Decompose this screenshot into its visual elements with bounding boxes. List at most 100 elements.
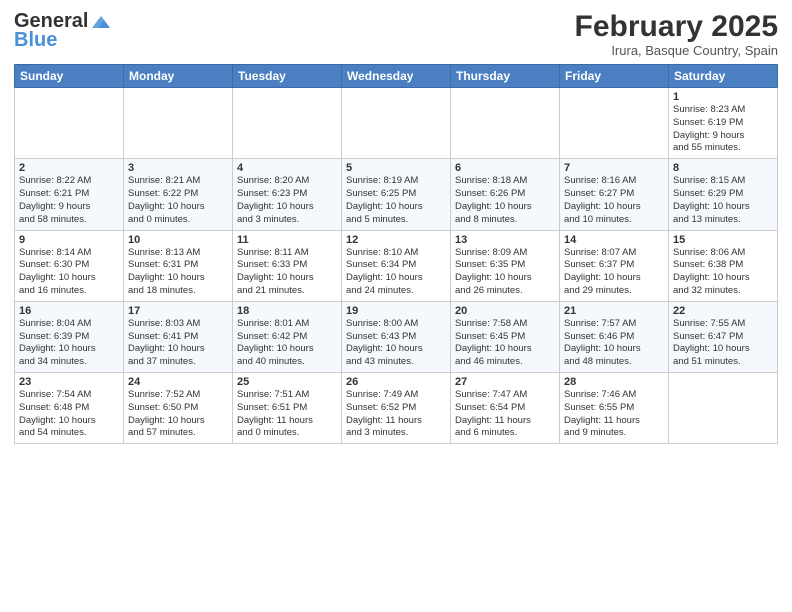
calendar-cell: 8Sunrise: 8:15 AM Sunset: 6:29 PM Daylig…: [669, 159, 778, 230]
calendar-cell: 17Sunrise: 8:03 AM Sunset: 6:41 PM Dayli…: [124, 301, 233, 372]
calendar-cell: 10Sunrise: 8:13 AM Sunset: 6:31 PM Dayli…: [124, 230, 233, 301]
day-info: Sunrise: 7:58 AM Sunset: 6:45 PM Dayligh…: [455, 318, 555, 369]
day-number: 19: [346, 305, 446, 317]
day-number: 1: [673, 91, 773, 103]
day-number: 5: [346, 162, 446, 174]
calendar-cell: 23Sunrise: 7:54 AM Sunset: 6:48 PM Dayli…: [15, 373, 124, 444]
logo-icon: [90, 14, 112, 30]
calendar-cell: 6Sunrise: 8:18 AM Sunset: 6:26 PM Daylig…: [451, 159, 560, 230]
day-info: Sunrise: 8:21 AM Sunset: 6:22 PM Dayligh…: [128, 175, 228, 226]
day-number: 11: [237, 234, 337, 246]
calendar-cell: [451, 88, 560, 159]
day-number: 27: [455, 376, 555, 388]
calendar-cell: [342, 88, 451, 159]
day-info: Sunrise: 8:15 AM Sunset: 6:29 PM Dayligh…: [673, 175, 773, 226]
calendar-cell: 4Sunrise: 8:20 AM Sunset: 6:23 PM Daylig…: [233, 159, 342, 230]
col-header-tuesday: Tuesday: [233, 65, 342, 88]
calendar-cell: 25Sunrise: 7:51 AM Sunset: 6:51 PM Dayli…: [233, 373, 342, 444]
day-number: 22: [673, 305, 773, 317]
day-number: 10: [128, 234, 228, 246]
calendar-cell: 18Sunrise: 8:01 AM Sunset: 6:42 PM Dayli…: [233, 301, 342, 372]
calendar-cell: 19Sunrise: 8:00 AM Sunset: 6:43 PM Dayli…: [342, 301, 451, 372]
day-number: 3: [128, 162, 228, 174]
title-block: February 2025 Irura, Basque Country, Spa…: [575, 10, 778, 58]
day-number: 26: [346, 376, 446, 388]
day-info: Sunrise: 8:07 AM Sunset: 6:37 PM Dayligh…: [564, 247, 664, 298]
day-info: Sunrise: 8:09 AM Sunset: 6:35 PM Dayligh…: [455, 247, 555, 298]
day-number: 7: [564, 162, 664, 174]
calendar-cell: 9Sunrise: 8:14 AM Sunset: 6:30 PM Daylig…: [15, 230, 124, 301]
calendar-cell: 5Sunrise: 8:19 AM Sunset: 6:25 PM Daylig…: [342, 159, 451, 230]
calendar-cell: 11Sunrise: 8:11 AM Sunset: 6:33 PM Dayli…: [233, 230, 342, 301]
calendar-cell: [15, 88, 124, 159]
calendar-cell: [124, 88, 233, 159]
col-header-saturday: Saturday: [669, 65, 778, 88]
calendar-cell: 14Sunrise: 8:07 AM Sunset: 6:37 PM Dayli…: [560, 230, 669, 301]
day-info: Sunrise: 7:47 AM Sunset: 6:54 PM Dayligh…: [455, 389, 555, 440]
day-number: 4: [237, 162, 337, 174]
day-number: 20: [455, 305, 555, 317]
calendar-cell: 26Sunrise: 7:49 AM Sunset: 6:52 PM Dayli…: [342, 373, 451, 444]
calendar-week-2: 2Sunrise: 8:22 AM Sunset: 6:21 PM Daylig…: [15, 159, 778, 230]
day-info: Sunrise: 8:06 AM Sunset: 6:38 PM Dayligh…: [673, 247, 773, 298]
calendar-header-row: SundayMondayTuesdayWednesdayThursdayFrid…: [15, 65, 778, 88]
day-number: 17: [128, 305, 228, 317]
calendar-table: SundayMondayTuesdayWednesdayThursdayFrid…: [14, 64, 778, 444]
day-info: Sunrise: 8:00 AM Sunset: 6:43 PM Dayligh…: [346, 318, 446, 369]
day-info: Sunrise: 8:22 AM Sunset: 6:21 PM Dayligh…: [19, 175, 119, 226]
calendar-cell: 12Sunrise: 8:10 AM Sunset: 6:34 PM Dayli…: [342, 230, 451, 301]
location: Irura, Basque Country, Spain: [575, 43, 778, 58]
calendar-cell: [233, 88, 342, 159]
calendar-week-1: 1Sunrise: 8:23 AM Sunset: 6:19 PM Daylig…: [15, 88, 778, 159]
header: General Blue February 2025 Irura, Basque…: [14, 10, 778, 58]
day-info: Sunrise: 7:49 AM Sunset: 6:52 PM Dayligh…: [346, 389, 446, 440]
calendar-cell: 13Sunrise: 8:09 AM Sunset: 6:35 PM Dayli…: [451, 230, 560, 301]
month-title: February 2025: [575, 10, 778, 43]
day-number: 13: [455, 234, 555, 246]
logo: General Blue: [14, 10, 112, 52]
day-info: Sunrise: 7:46 AM Sunset: 6:55 PM Dayligh…: [564, 389, 664, 440]
day-number: 15: [673, 234, 773, 246]
day-number: 16: [19, 305, 119, 317]
calendar-cell: 7Sunrise: 8:16 AM Sunset: 6:27 PM Daylig…: [560, 159, 669, 230]
calendar-cell: 24Sunrise: 7:52 AM Sunset: 6:50 PM Dayli…: [124, 373, 233, 444]
calendar-cell: 22Sunrise: 7:55 AM Sunset: 6:47 PM Dayli…: [669, 301, 778, 372]
day-number: 8: [673, 162, 773, 174]
day-number: 28: [564, 376, 664, 388]
col-header-thursday: Thursday: [451, 65, 560, 88]
day-info: Sunrise: 8:10 AM Sunset: 6:34 PM Dayligh…: [346, 247, 446, 298]
day-info: Sunrise: 8:23 AM Sunset: 6:19 PM Dayligh…: [673, 104, 773, 155]
day-info: Sunrise: 7:55 AM Sunset: 6:47 PM Dayligh…: [673, 318, 773, 369]
day-info: Sunrise: 8:19 AM Sunset: 6:25 PM Dayligh…: [346, 175, 446, 226]
col-header-sunday: Sunday: [15, 65, 124, 88]
day-number: 18: [237, 305, 337, 317]
col-header-wednesday: Wednesday: [342, 65, 451, 88]
day-number: 12: [346, 234, 446, 246]
calendar-cell: 15Sunrise: 8:06 AM Sunset: 6:38 PM Dayli…: [669, 230, 778, 301]
day-number: 6: [455, 162, 555, 174]
day-number: 14: [564, 234, 664, 246]
day-info: Sunrise: 7:54 AM Sunset: 6:48 PM Dayligh…: [19, 389, 119, 440]
logo-blue: Blue: [14, 29, 57, 52]
day-info: Sunrise: 8:14 AM Sunset: 6:30 PM Dayligh…: [19, 247, 119, 298]
col-header-monday: Monday: [124, 65, 233, 88]
day-info: Sunrise: 8:11 AM Sunset: 6:33 PM Dayligh…: [237, 247, 337, 298]
day-info: Sunrise: 7:52 AM Sunset: 6:50 PM Dayligh…: [128, 389, 228, 440]
col-header-friday: Friday: [560, 65, 669, 88]
day-info: Sunrise: 8:16 AM Sunset: 6:27 PM Dayligh…: [564, 175, 664, 226]
calendar-cell: [669, 373, 778, 444]
calendar-cell: 2Sunrise: 8:22 AM Sunset: 6:21 PM Daylig…: [15, 159, 124, 230]
page: General Blue February 2025 Irura, Basque…: [0, 0, 792, 612]
day-number: 2: [19, 162, 119, 174]
calendar-cell: 20Sunrise: 7:58 AM Sunset: 6:45 PM Dayli…: [451, 301, 560, 372]
day-info: Sunrise: 8:03 AM Sunset: 6:41 PM Dayligh…: [128, 318, 228, 369]
calendar-week-4: 16Sunrise: 8:04 AM Sunset: 6:39 PM Dayli…: [15, 301, 778, 372]
day-info: Sunrise: 8:20 AM Sunset: 6:23 PM Dayligh…: [237, 175, 337, 226]
day-info: Sunrise: 8:01 AM Sunset: 6:42 PM Dayligh…: [237, 318, 337, 369]
calendar-cell: [560, 88, 669, 159]
day-number: 25: [237, 376, 337, 388]
calendar-cell: 27Sunrise: 7:47 AM Sunset: 6:54 PM Dayli…: [451, 373, 560, 444]
calendar-cell: 1Sunrise: 8:23 AM Sunset: 6:19 PM Daylig…: [669, 88, 778, 159]
day-number: 21: [564, 305, 664, 317]
day-info: Sunrise: 8:13 AM Sunset: 6:31 PM Dayligh…: [128, 247, 228, 298]
